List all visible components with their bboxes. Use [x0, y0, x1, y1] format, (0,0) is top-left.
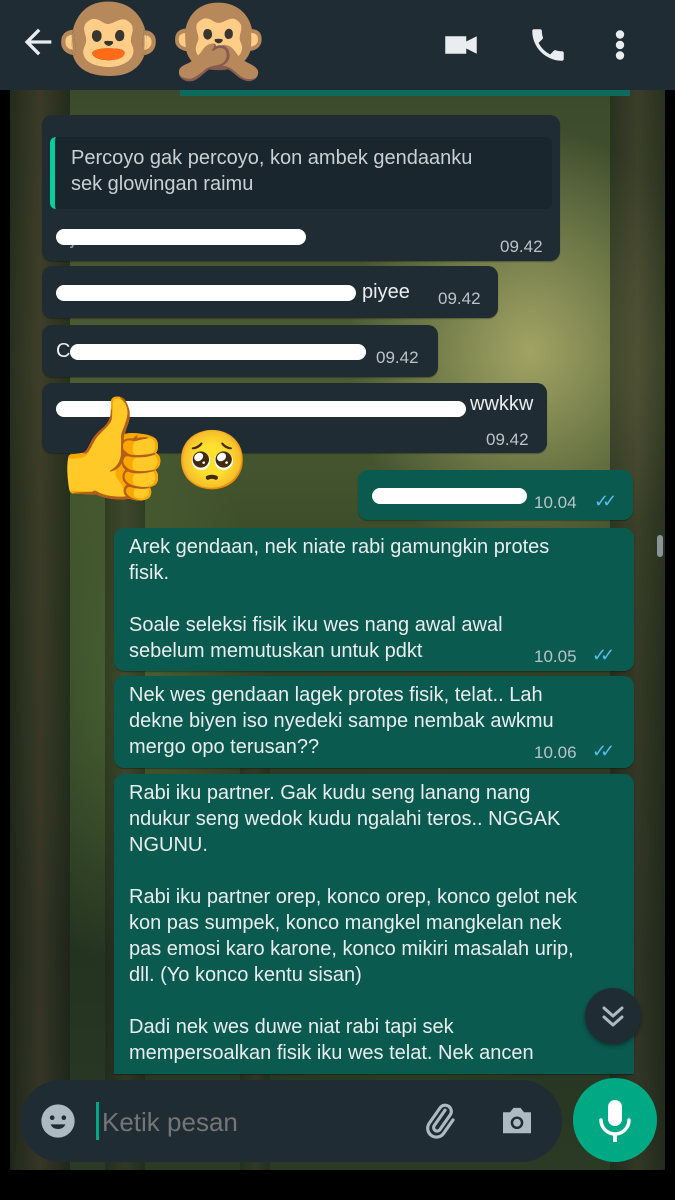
- outgoing-message[interactable]: 10.04 ✓✓: [358, 470, 633, 520]
- pleading-face-sticker: 🥺: [176, 428, 249, 493]
- read-ticks-icon: ✓✓: [594, 491, 617, 511]
- video-call-icon[interactable]: [440, 24, 482, 66]
- outgoing-message[interactable]: Arek gendaan, nek niate rabi gamungkin p…: [114, 528, 634, 671]
- quoted-text: Percoyo gak percoyo, kon ambek gendaanku…: [71, 147, 473, 195]
- read-ticks-icon: ✓✓: [592, 741, 615, 761]
- attach-icon[interactable]: [418, 1100, 460, 1142]
- text-cursor: [96, 1102, 99, 1140]
- message-time: 09.42: [486, 430, 529, 449]
- camera-icon[interactable]: [496, 1100, 538, 1142]
- read-ticks-icon: ✓✓: [592, 645, 615, 665]
- message-text: Rabi iku partner. Gak kudu seng lanang n…: [129, 782, 578, 1064]
- message-time: 10.05: [534, 647, 577, 666]
- back-arrow-icon[interactable]: [18, 22, 58, 62]
- scroll-to-bottom-button[interactable]: [585, 988, 641, 1044]
- redaction-mark: [56, 285, 356, 301]
- chat-header: n 🐵 🙊: [0, 0, 675, 90]
- voice-message-button[interactable]: [573, 1078, 657, 1162]
- scrollbar[interactable]: [657, 535, 663, 557]
- outgoing-message-long[interactable]: Rabi iku partner. Gak kudu seng lanang n…: [114, 774, 634, 1074]
- chat-screen: n 🐵 🙊 Percoyo gak percoyo, kon ambek gen…: [0, 0, 675, 1200]
- double-chevron-down-icon: [602, 1006, 624, 1027]
- phone-icon[interactable]: [527, 24, 569, 66]
- incoming-message-reply[interactable]: Percoyo gak percoyo, kon ambek gendaanku…: [42, 115, 560, 261]
- message-text: wwkkw: [470, 393, 534, 415]
- message-input[interactable]: [100, 1098, 404, 1146]
- header-divider: [180, 90, 630, 96]
- message-time: 10.06: [534, 743, 577, 762]
- microphone-icon: [599, 1100, 631, 1142]
- incoming-message[interactable]: piyee 09.42: [42, 266, 498, 318]
- message-input-bar: [20, 1080, 562, 1162]
- message-time: 09.42: [500, 237, 543, 256]
- monkey-emoji: 🐵: [55, 0, 163, 87]
- thumbs-up-sticker: 👍: [50, 392, 175, 504]
- emoji-icon[interactable]: [38, 1101, 78, 1141]
- redaction-mark: [372, 488, 527, 504]
- redaction-mark: [56, 229, 306, 245]
- message-time: 09.42: [376, 348, 419, 367]
- message-time: 09.42: [438, 289, 481, 308]
- more-vert-icon[interactable]: [605, 24, 635, 66]
- speak-no-evil-monkey-emoji: 🙊: [165, 0, 273, 87]
- message-time: 10.04: [534, 493, 577, 512]
- quoted-message[interactable]: Percoyo gak percoyo, kon ambek gendaanku…: [50, 137, 552, 209]
- message-text: piyee: [362, 281, 410, 303]
- outgoing-message[interactable]: Nek wes gendaan lagek protes fisik, tela…: [114, 676, 634, 768]
- message-text: C: [56, 340, 71, 362]
- redaction-mark: [70, 344, 366, 360]
- system-nav-area: [0, 1170, 675, 1200]
- incoming-message[interactable]: C 09.42: [42, 325, 438, 377]
